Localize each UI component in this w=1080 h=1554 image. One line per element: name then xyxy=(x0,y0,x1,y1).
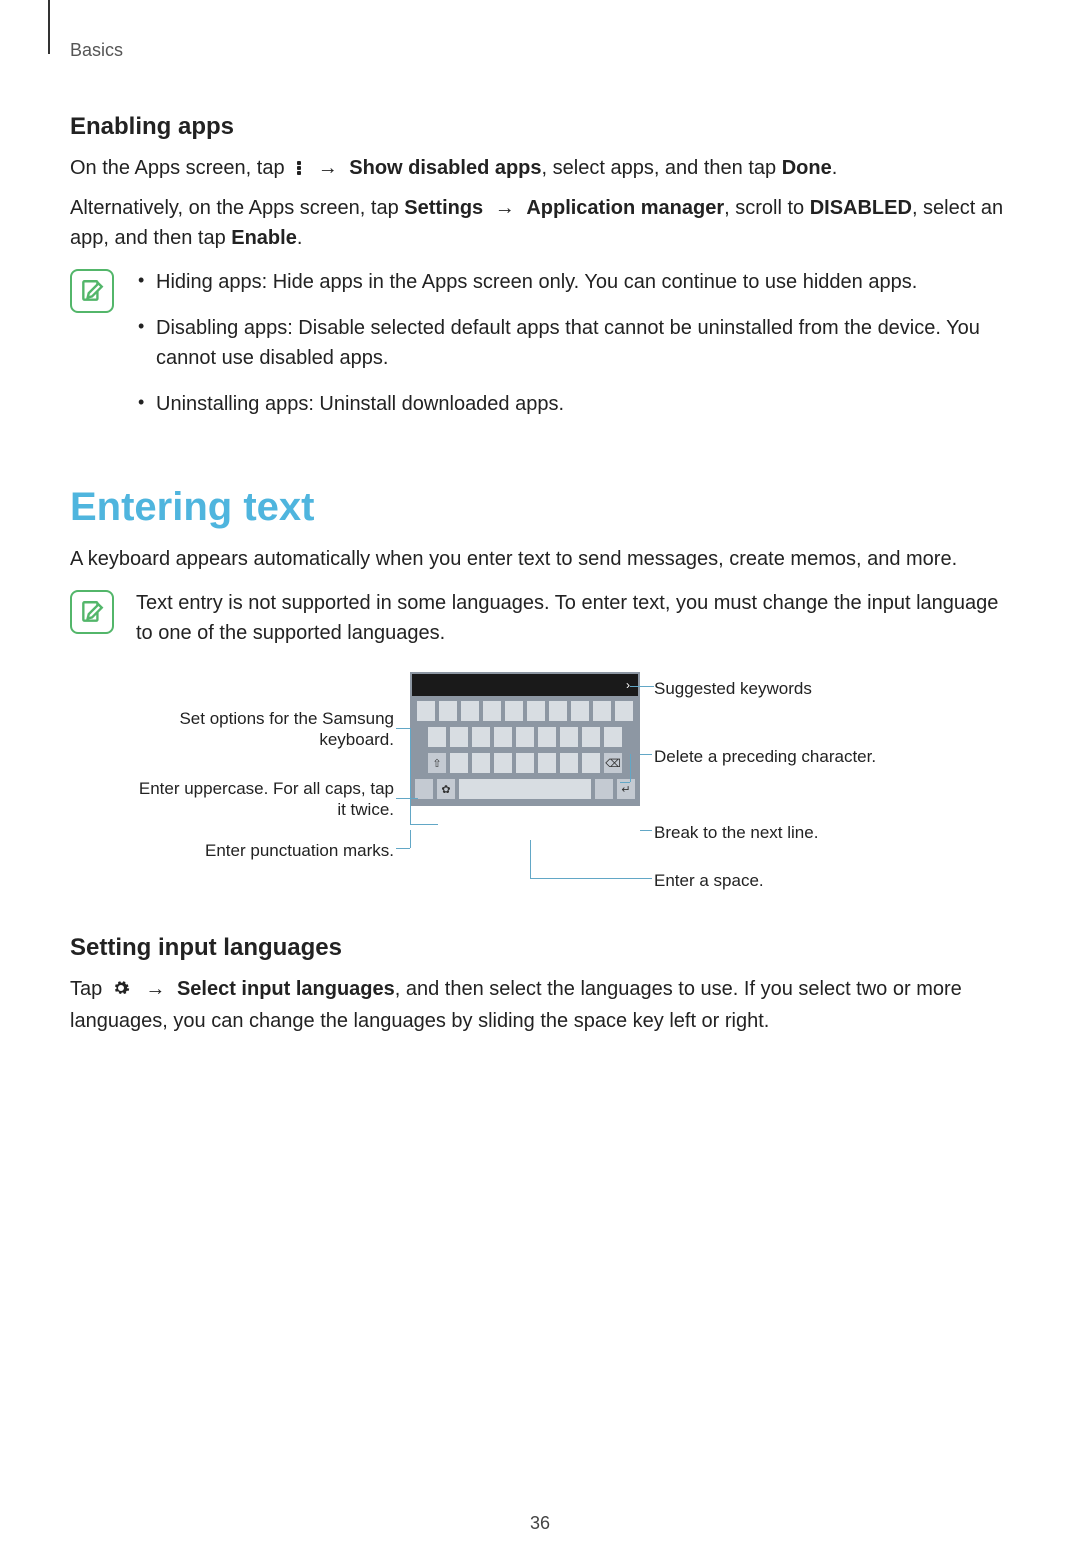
paragraph-entering: A keyboard appears automatically when yo… xyxy=(70,544,1010,574)
arrow-icon: → xyxy=(145,978,165,1000)
shift-key-icon: ⇧ xyxy=(428,753,446,773)
paragraph-enabling-2: Alternatively, on the Apps screen, tap S… xyxy=(70,193,1010,253)
callout-delete-char: Delete a preceding character. xyxy=(654,746,876,767)
callout-suggested-keywords: Suggested keywords xyxy=(654,678,812,699)
paragraph-setting-lang: Tap → Select input languages, and then s… xyxy=(70,974,1010,1036)
note-icon xyxy=(70,269,114,313)
text: . xyxy=(832,157,838,179)
label-done: Done xyxy=(782,157,832,179)
more-options-icon xyxy=(296,160,302,176)
callout-punctuation: Enter punctuation marks. xyxy=(130,840,394,861)
note-block-2: Text entry is not supported in some lang… xyxy=(70,588,1010,648)
callout-break-line: Break to the next line. xyxy=(654,822,818,843)
text: , scroll to xyxy=(724,197,810,219)
gear-icon xyxy=(112,976,130,1006)
heading-entering-text: Entering text xyxy=(70,485,1010,530)
period-key xyxy=(595,779,613,799)
symbol-key xyxy=(415,779,433,799)
note-icon xyxy=(70,590,114,634)
callout-set-options: Set options for the Samsung keyboard. xyxy=(130,708,394,751)
label-settings: Settings xyxy=(404,197,483,219)
heading-enabling-apps: Enabling apps xyxy=(70,113,1010,141)
space-key xyxy=(459,779,591,799)
label-select-input-languages: Select input languages xyxy=(177,978,395,1000)
note-list: Hiding apps: Hide apps in the Apps scree… xyxy=(136,267,1010,419)
arrow-icon: → xyxy=(495,197,515,219)
callout-enter-space: Enter a space. xyxy=(654,870,764,891)
suggestion-bar: › xyxy=(412,674,638,696)
heading-setting-input-languages: Setting input languages xyxy=(70,934,1010,962)
list-item: Hiding apps: Hide apps in the Apps scree… xyxy=(136,267,1010,297)
list-item: Disabling apps: Disable selected default… xyxy=(136,313,1010,373)
text: , select apps, and then tap xyxy=(542,157,782,179)
arrow-icon: → xyxy=(318,157,338,179)
label-disabled: DISABLED xyxy=(810,197,912,219)
keyboard-graphic: › ⇧ ⌫ ✿ ↵ xyxy=(410,672,640,806)
paragraph-enabling-1: On the Apps screen, tap → Show disabled … xyxy=(70,153,1010,183)
note-text: Text entry is not supported in some lang… xyxy=(136,588,1010,648)
text: Tap xyxy=(70,978,108,1000)
breadcrumb: Basics xyxy=(70,40,1010,61)
keyboard-diagram: › ⇧ ⌫ ✿ ↵ Suggested keywords xyxy=(130,672,950,902)
label-show-disabled-apps: Show disabled apps xyxy=(349,157,541,179)
text: Alternatively, on the Apps screen, tap xyxy=(70,197,404,219)
label-application-manager: Application manager xyxy=(526,197,724,219)
note-block-1: Hiding apps: Hide apps in the Apps scree… xyxy=(70,267,1010,435)
chevron-right-icon: › xyxy=(620,676,636,694)
callout-uppercase: Enter uppercase. For all caps, tap it tw… xyxy=(130,778,394,821)
backspace-key-icon: ⌫ xyxy=(604,753,622,773)
page-number: 36 xyxy=(0,1513,1080,1534)
header-vertical-rule xyxy=(48,0,50,54)
text: . xyxy=(297,227,303,249)
text: On the Apps screen, tap xyxy=(70,157,290,179)
label-enable: Enable xyxy=(231,227,297,249)
gear-key-icon: ✿ xyxy=(437,779,455,799)
list-item: Uninstalling apps: Uninstall downloaded … xyxy=(136,389,1010,419)
